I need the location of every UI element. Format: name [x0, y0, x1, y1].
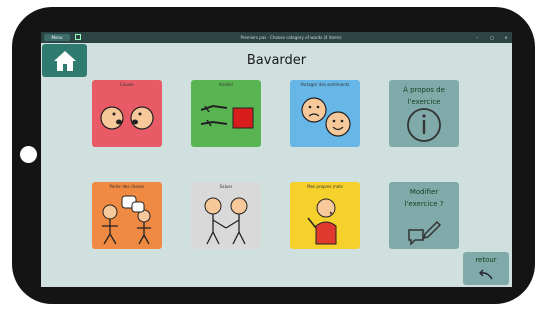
window-titlebar: Menu Premiers pas · Choose category of w… — [41, 32, 512, 43]
tile-mes-propres-mots[interactable]: Mes propres mots — [290, 182, 360, 249]
people-discussing-icon — [102, 195, 151, 245]
page-title: Bavarder — [246, 53, 307, 68]
sad-happy-faces-icon — [301, 97, 351, 137]
edit-exercise-button[interactable]: Modifier l'exercice ? — [389, 182, 459, 249]
edit-label: Modifier l'exercice ? — [404, 188, 444, 208]
maximize-button[interactable]: ▢ — [488, 32, 496, 43]
tile-saluer[interactable]: Saluer — [191, 182, 261, 249]
grid-icon[interactable] — [75, 34, 81, 40]
tile-parler-des-choses[interactable]: Parler des choses — [92, 182, 162, 249]
close-button[interactable]: × — [502, 32, 510, 43]
tablet-home-button[interactable] — [20, 146, 37, 163]
tile-causer[interactable]: Causer — [92, 80, 162, 147]
tile-insister[interactable]: Insister — [191, 80, 261, 147]
about-exercise-button[interactable]: À propos de l'exercice — [389, 80, 459, 147]
about-label: À propos de l'exercice — [403, 86, 445, 106]
window-title: Premiers pas · Choose category of words … — [240, 35, 342, 40]
two-faces-talking-icon — [100, 106, 154, 130]
return-arrow-icon — [479, 269, 493, 280]
menu-button[interactable]: Menu — [44, 34, 70, 41]
back-button[interactable]: retour — [463, 252, 509, 285]
minimize-button[interactable]: – — [473, 32, 481, 43]
person-speaking-icon — [307, 198, 337, 245]
hands-pointing-red-square-icon — [200, 104, 254, 129]
back-label: retour — [475, 256, 497, 264]
tile-partager-des-sentiments[interactable]: Partager des sentiments — [290, 80, 360, 147]
app-screen: Menu Premiers pas · Choose category of w… — [41, 32, 512, 287]
people-shaking-hands-icon — [204, 197, 248, 245]
edit-speech-icon — [408, 220, 441, 246]
info-icon — [407, 108, 441, 142]
